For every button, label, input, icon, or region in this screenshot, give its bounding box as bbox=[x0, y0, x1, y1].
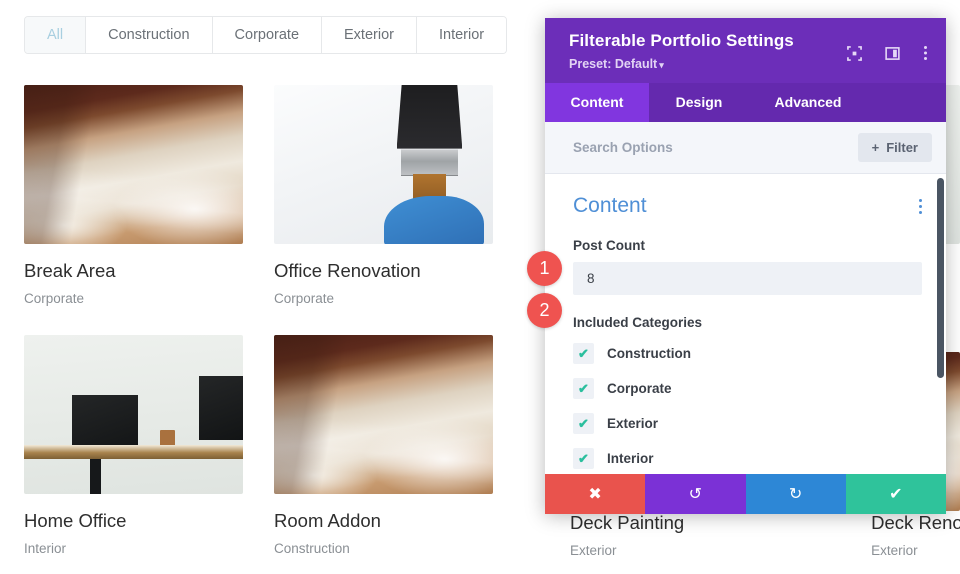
screen: All Construction Corporate Exterior Inte… bbox=[0, 0, 960, 574]
add-filter-button[interactable]: + Filter bbox=[857, 133, 932, 162]
tab-design[interactable]: Design bbox=[649, 83, 749, 122]
brush-bristles bbox=[396, 85, 463, 149]
portfolio-item-title: Home Office bbox=[24, 510, 127, 531]
portfolio-item-category: Corporate bbox=[274, 291, 335, 306]
checkbox-label: Corporate bbox=[607, 381, 672, 396]
filter-tab-construction[interactable]: Construction bbox=[86, 17, 213, 53]
preset-label: Preset: Default bbox=[569, 57, 658, 71]
cancel-button[interactable]: ✖ bbox=[545, 474, 646, 514]
portfolio-item-deck-painting[interactable]: Deck Painting Exterior bbox=[570, 512, 684, 559]
save-button[interactable]: ✔ bbox=[845, 474, 946, 514]
portfolio-item-category: Exterior bbox=[570, 543, 617, 558]
redo-button[interactable]: ↻ bbox=[745, 474, 846, 514]
step-badge-1: 1 bbox=[527, 251, 562, 286]
portfolio-item-title: Room Addon bbox=[274, 510, 381, 531]
portfolio-item-room-addon[interactable]: Room Addon Construction bbox=[274, 335, 493, 557]
portfolio-item-home-office[interactable]: Home Office Interior bbox=[24, 335, 243, 557]
checkbox-label: Exterior bbox=[607, 416, 659, 431]
portfolio-item-deck-renovation[interactable]: Deck Renovation Exterior bbox=[871, 512, 960, 559]
portfolio-row-2: Home Office Interior Room Addon Construc… bbox=[24, 335, 524, 557]
checkmark-icon[interactable]: ✔ bbox=[573, 448, 594, 469]
modal-tabs[interactable]: Content Design Advanced bbox=[545, 83, 946, 122]
redo-icon: ↻ bbox=[788, 486, 803, 503]
settings-panel-body: Content Post Count 8 Included Categories… bbox=[545, 174, 946, 474]
filter-tab-corporate[interactable]: Corporate bbox=[212, 17, 323, 53]
portfolio-filter-bar[interactable]: All Construction Corporate Exterior Inte… bbox=[24, 16, 508, 54]
checkmark-icon[interactable]: ✔ bbox=[573, 378, 594, 399]
panel-layout-icon[interactable] bbox=[885, 46, 900, 61]
occluded-item-labels: Deck Painting Exterior Deck Renovation E… bbox=[570, 512, 960, 559]
filter-tab-all[interactable]: All bbox=[25, 17, 87, 53]
post-count-input[interactable]: 8 bbox=[573, 262, 922, 295]
included-categories-list: ✔ Construction ✔ Corporate ✔ Exterior ✔ … bbox=[573, 343, 922, 469]
portfolio-item-title: Deck Renovation bbox=[871, 512, 960, 533]
settings-scrollbar[interactable] bbox=[937, 178, 944, 378]
checkbox-row-corporate[interactable]: ✔ Corporate bbox=[573, 378, 922, 399]
checkbox-label: Construction bbox=[607, 346, 691, 361]
brush-ferrule bbox=[401, 148, 458, 176]
checkmark-icon[interactable]: ✔ bbox=[573, 413, 594, 434]
desk-leg bbox=[89, 459, 101, 494]
modal-header-icons[interactable] bbox=[847, 45, 928, 61]
portfolio-item-break-area[interactable]: Break Area Corporate bbox=[24, 85, 243, 307]
check-icon: ✔ bbox=[889, 486, 903, 503]
included-categories-label: Included Categories bbox=[573, 315, 703, 330]
modal-header[interactable]: Filterable Portfolio Settings Preset: De… bbox=[545, 18, 946, 83]
filter-tab-interior[interactable]: Interior bbox=[416, 17, 507, 53]
portfolio-item-title: Break Area bbox=[24, 260, 116, 281]
close-icon: ✖ bbox=[588, 486, 602, 503]
content-section-header: Content bbox=[573, 194, 922, 218]
portfolio-thumbnail-image[interactable] bbox=[274, 85, 493, 244]
checkbox-row-construction[interactable]: ✔ Construction bbox=[573, 343, 922, 364]
portfolio-item-title: Office Renovation bbox=[274, 260, 421, 281]
portfolio-item-title: Deck Painting bbox=[570, 512, 685, 533]
overflow-menu-icon[interactable] bbox=[923, 45, 928, 61]
portfolio-item-category: Corporate bbox=[24, 291, 85, 306]
focus-target-icon[interactable] bbox=[847, 45, 862, 61]
portfolio-item-office-renovation[interactable]: Office Renovation Corporate bbox=[274, 85, 493, 307]
tab-content[interactable]: Content bbox=[545, 83, 649, 122]
settings-scroll-area: Content Post Count 8 Included Categories… bbox=[545, 174, 946, 474]
undo-icon: ↺ bbox=[688, 486, 703, 503]
search-options-row[interactable]: Search Options + Filter bbox=[545, 122, 946, 174]
laptop-right bbox=[199, 376, 243, 440]
post-count-label: Post Count bbox=[573, 238, 645, 253]
search-input[interactable]: Search Options bbox=[573, 140, 673, 155]
portfolio-item-category: Exterior bbox=[871, 543, 918, 558]
modal-footer[interactable]: ✖ ↺ ↻ ✔ bbox=[545, 474, 946, 514]
undo-button[interactable]: ↺ bbox=[645, 474, 746, 514]
tab-advanced[interactable]: Advanced bbox=[749, 83, 867, 122]
filter-button-label: Filter bbox=[886, 140, 918, 155]
checkbox-row-exterior[interactable]: ✔ Exterior bbox=[573, 413, 922, 434]
wood-desk bbox=[24, 444, 243, 460]
portfolio-item-category: Interior bbox=[24, 541, 67, 556]
chevron-down-icon: ▾ bbox=[659, 60, 664, 70]
section-title: Content bbox=[573, 194, 647, 217]
checkbox-label: Interior bbox=[607, 451, 654, 466]
step-badge-2: 2 bbox=[527, 293, 562, 328]
portfolio-thumbnail-image[interactable] bbox=[24, 335, 243, 494]
portfolio-item-category: Construction bbox=[274, 541, 350, 556]
module-settings-modal[interactable]: Filterable Portfolio Settings Preset: De… bbox=[545, 18, 946, 514]
portfolio-thumbnail-image[interactable] bbox=[24, 85, 243, 244]
filter-tab-exterior[interactable]: Exterior bbox=[322, 17, 417, 53]
portfolio-row-1: Break Area Corporate Office Renovation C… bbox=[24, 85, 524, 307]
plus-icon: + bbox=[871, 140, 880, 155]
checkmark-icon[interactable]: ✔ bbox=[573, 343, 594, 364]
portfolio-thumbnail-image[interactable] bbox=[274, 335, 493, 494]
checkbox-row-interior[interactable]: ✔ Interior bbox=[573, 448, 922, 469]
section-overflow-icon[interactable] bbox=[919, 198, 922, 214]
gloved-hand bbox=[383, 196, 485, 244]
portfolio-grid: Break Area Corporate Office Renovation C… bbox=[24, 85, 524, 557]
